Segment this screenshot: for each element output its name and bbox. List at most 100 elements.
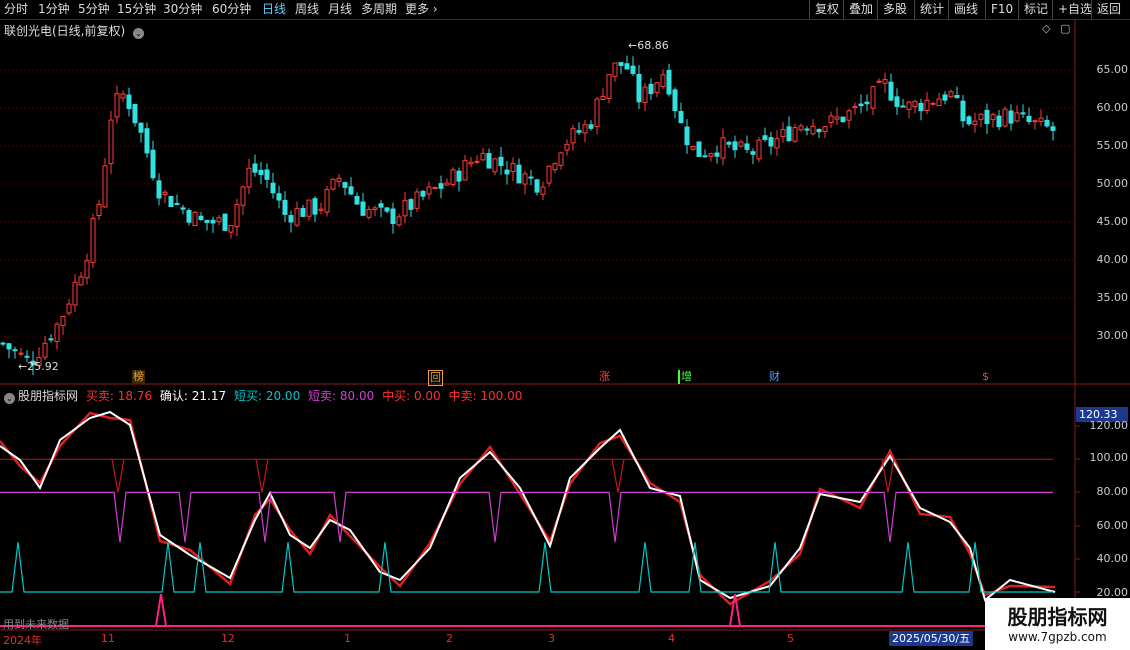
event-marker-rise[interactable]: 涨 (598, 370, 611, 384)
candle-body (42, 342, 48, 358)
candle-body (882, 79, 888, 84)
candle-body (270, 182, 276, 194)
candle-body (642, 86, 648, 104)
candle-body (162, 191, 168, 196)
price-label: 35.00 (1096, 291, 1129, 304)
candle-body (498, 156, 504, 167)
candle-body (222, 213, 228, 231)
indicator-axis-label: 40.00 (1096, 552, 1129, 565)
indicator-name: 股朋指标网 (18, 389, 79, 403)
candle-body (492, 158, 498, 173)
high-price-label: ←68.86 (628, 39, 669, 52)
candle-body (744, 143, 750, 150)
candle-body (618, 62, 624, 67)
indicator-value-buysell: 买卖: 18.76 (85, 389, 153, 403)
chevron-down-icon[interactable]: ⌄ (4, 393, 15, 404)
candle-body (360, 201, 366, 216)
candle-body (708, 153, 714, 157)
candle-body (300, 207, 306, 217)
candle-body (852, 105, 858, 108)
candle-body (600, 95, 606, 100)
candle-body (972, 120, 978, 126)
candle-body (540, 186, 546, 195)
candle-body (516, 164, 522, 184)
candle-body (966, 116, 972, 125)
chart-canvas[interactable] (0, 0, 1130, 650)
candle-body (846, 110, 852, 121)
candle-body (888, 81, 894, 101)
candle-body (810, 125, 816, 135)
candle-body (984, 109, 990, 125)
candle-body (204, 219, 210, 223)
candle-body (186, 210, 192, 223)
candle-body (1002, 108, 1008, 127)
event-marker-rank[interactable]: 榜 (132, 370, 145, 384)
candle-body (228, 225, 234, 233)
candle-body (420, 190, 426, 197)
candle-body (24, 355, 30, 358)
x-axis-label: 1 (344, 632, 351, 645)
x-axis-label: 12 (221, 632, 235, 645)
indicator-axis-label: 60.00 (1096, 519, 1129, 532)
candle-body (948, 91, 954, 98)
candle-body (726, 141, 732, 145)
candle-body (216, 217, 222, 223)
candle-body (174, 202, 180, 205)
candle-body (402, 199, 408, 217)
candle-body (108, 119, 114, 164)
candle-body (672, 89, 678, 112)
candle-body (798, 125, 804, 131)
candle-body (324, 189, 330, 213)
watermark-url: www.7gpzb.com (1008, 630, 1107, 644)
candle-body (576, 130, 582, 133)
candle-body (234, 204, 240, 228)
candle-body (690, 145, 696, 150)
candle-body (1014, 112, 1020, 122)
event-marker-dollar[interactable]: $ (981, 370, 990, 384)
candle-body (570, 127, 576, 144)
price-label: 40.00 (1096, 253, 1129, 266)
event-marker-finance[interactable]: 财 (768, 370, 781, 384)
x-axis-label: 5 (787, 632, 794, 645)
candle-body (54, 323, 60, 342)
diamond-icon[interactable]: ◇ (1042, 22, 1050, 35)
candle-body (480, 152, 486, 161)
cursor-date-tag: 2025/05/30/五 (889, 631, 974, 646)
candle-body (432, 187, 438, 190)
candle-body (822, 126, 828, 133)
event-marker-return[interactable]: 回 (428, 370, 443, 386)
candle-body (366, 208, 372, 218)
candle-body (738, 141, 744, 147)
candle-body (456, 170, 462, 182)
low-price-label: ←25.92 (18, 360, 59, 373)
candle-body (522, 173, 528, 185)
watermark-title: 股朋指标网 (1007, 605, 1108, 629)
candle-body (318, 208, 324, 211)
candle-body (156, 180, 162, 199)
candle-body (114, 93, 120, 118)
candle-body (666, 69, 672, 95)
chevron-down-icon[interactable]: ⌄ (133, 28, 145, 39)
candle-body (774, 138, 780, 149)
watermark-box: 股朋指标网 www.7gpzb.com (985, 598, 1130, 650)
candle-body (840, 116, 846, 123)
event-marker-increase[interactable]: 增 (678, 370, 693, 384)
candle-body (384, 207, 390, 212)
candle-body (762, 135, 768, 141)
candle-body (792, 127, 798, 142)
price-label: 65.00 (1096, 63, 1129, 76)
candle-body (756, 139, 762, 160)
candle-body (612, 62, 618, 77)
candle-body (372, 207, 378, 211)
candle-body (426, 186, 432, 195)
indicator-value-short-buy: 短买: 20.00 (233, 389, 301, 403)
square-icon[interactable]: ▢ (1060, 22, 1070, 35)
candle-body (144, 128, 150, 154)
candle-body (0, 342, 6, 345)
candle-body (252, 163, 258, 173)
candle-body (354, 196, 360, 205)
candle-body (12, 349, 18, 352)
candle-body (450, 169, 456, 186)
candle-body (510, 162, 516, 173)
candle-body (684, 126, 690, 146)
